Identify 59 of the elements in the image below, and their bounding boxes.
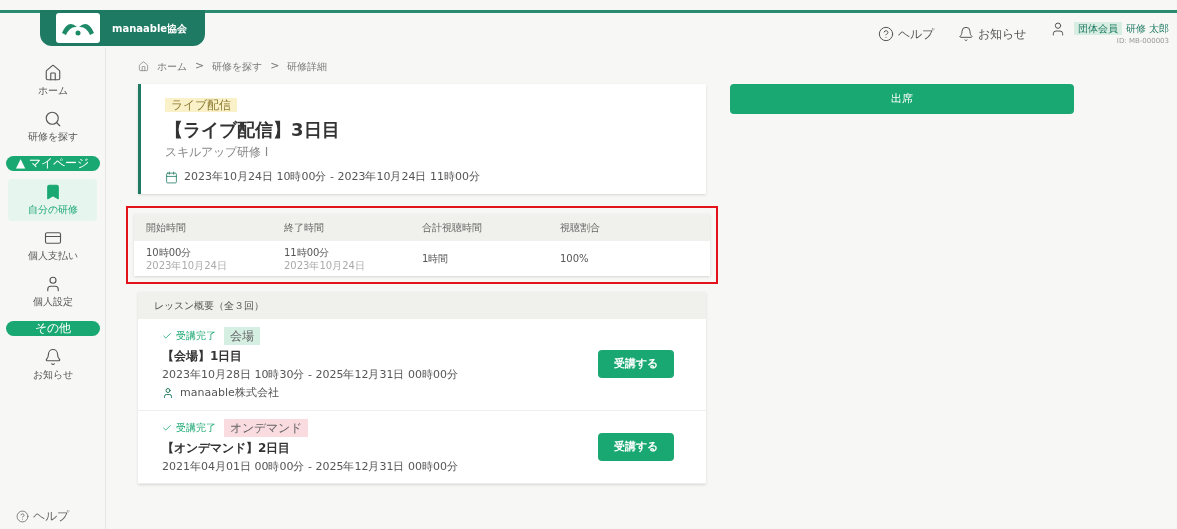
lesson-date: 2023年10月28日 10時30分 - 2025年12月31日 00時00分	[162, 366, 459, 383]
bell-icon	[957, 25, 974, 42]
table-cell-text: 100%	[560, 251, 590, 266]
lesson-date: 2021年04月01日 00時00分 - 2025年12月31日 00時00分	[162, 458, 459, 475]
lesson-status: 受講完了	[162, 328, 216, 343]
sidebar-item[interactable]: お知らせ	[8, 344, 97, 386]
column-header: 合計視聴時間	[422, 220, 483, 235]
lesson-title: 【オンデマンド】2日目	[162, 439, 292, 457]
home-icon	[43, 64, 62, 82]
breadcrumb-separator: >	[195, 57, 205, 74]
sidebar-item[interactable]: 個人支払い	[8, 225, 97, 267]
breadcrumb-separator: >	[270, 57, 280, 74]
section-label: その他	[5, 321, 100, 336]
check-icon	[162, 330, 172, 341]
member-badge: 団体会員	[1073, 22, 1122, 35]
section-label: ▲ マイページ	[5, 156, 100, 171]
help-icon	[877, 25, 894, 42]
lesson-tag: オンデマンド	[224, 418, 308, 437]
course-subtitle: スキルアップ研修 I	[165, 144, 270, 161]
header-link[interactable]: ヘルプ	[877, 24, 934, 43]
calendar-icon	[165, 170, 178, 184]
check-icon	[162, 422, 172, 433]
attend-button[interactable]: 出席	[730, 84, 1074, 114]
card-icon	[43, 229, 62, 247]
attend-lesson-button[interactable]: 受講する	[598, 432, 674, 461]
lesson-title: 【会場】1日目	[162, 347, 244, 365]
breadcrumb-link[interactable]: ホーム	[157, 58, 187, 74]
column-header: 視聴割合	[560, 220, 601, 235]
table-cell-text: 1時間	[422, 251, 450, 266]
sidebar-item[interactable]: 自分の研修	[8, 179, 97, 221]
user-name[interactable]: 研修 太郎	[1125, 21, 1169, 36]
table-cell-text: 11時00分	[284, 245, 331, 260]
help-link[interactable]: ヘルプ	[16, 507, 105, 525]
course-date: 2023年10月24日 10時00分 - 2023年10月24日 11時00分	[184, 169, 480, 185]
course-tag: ライブ配信	[165, 98, 237, 112]
bell-icon	[43, 348, 62, 366]
attend-lesson-button[interactable]: 受講する	[598, 349, 674, 379]
sidebar-item[interactable]: 個人設定	[8, 271, 97, 313]
person-icon	[162, 387, 174, 400]
help-icon	[16, 509, 29, 523]
lesson-organizer: manaable株式会社	[180, 385, 279, 401]
logo-tab[interactable]: manaable協会	[40, 10, 205, 46]
breadcrumb-link[interactable]: 研修を探す	[212, 58, 263, 74]
table-cell-text: 10時00分	[146, 245, 193, 260]
home-icon	[138, 60, 149, 72]
lessons-title: レッスン概要（全３回）	[138, 291, 706, 319]
table-cell-date: 2023年10月24日	[146, 259, 228, 272]
breadcrumb-link[interactable]: 研修詳細	[287, 58, 328, 74]
column-header: 終了時間	[284, 220, 325, 235]
lesson-tag: 会場	[224, 326, 260, 345]
sidebar-item[interactable]: 研修を探す	[8, 106, 97, 148]
logo-icon	[56, 13, 100, 43]
header-link[interactable]: お知らせ	[957, 24, 1026, 43]
table-cell-date: 2023年10月24日	[284, 259, 366, 272]
lesson-status: 受講完了	[162, 420, 216, 435]
search-icon	[43, 110, 62, 128]
course-title: 【ライブ配信】3日目	[165, 118, 341, 142]
sidebar-item[interactable]: ホーム	[8, 60, 97, 102]
column-header: 開始時間	[146, 220, 187, 235]
